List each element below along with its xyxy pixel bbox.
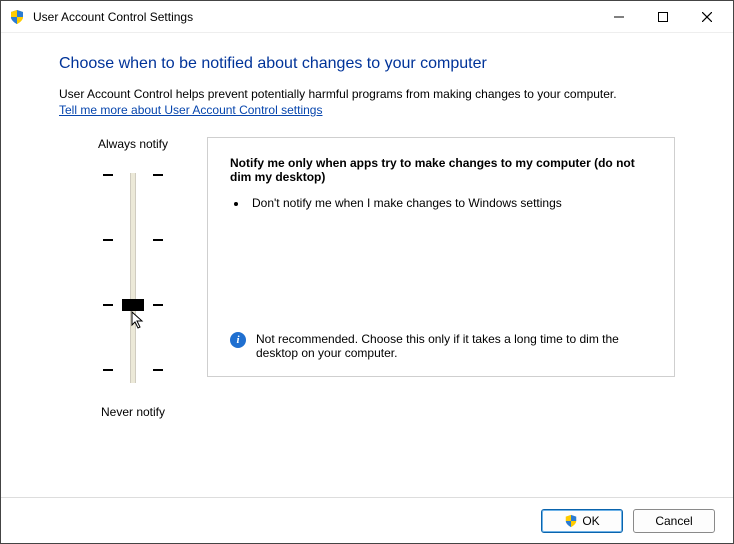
content-area: Choose when to be notified about changes… (1, 33, 733, 419)
page-heading: Choose when to be notified about changes… (59, 55, 675, 73)
minimize-button[interactable] (597, 2, 641, 32)
slider-top-label: Always notify (98, 137, 168, 151)
notification-bullet: Don't notify me when I make changes to W… (248, 196, 652, 210)
close-button[interactable] (685, 2, 729, 32)
notification-slider[interactable] (103, 163, 163, 393)
slider-track (130, 173, 136, 383)
ok-button[interactable]: OK (541, 509, 623, 533)
window-title: User Account Control Settings (33, 10, 193, 24)
learn-more-link[interactable]: Tell me more about User Account Control … (59, 103, 322, 117)
page-description: User Account Control helps prevent poten… (59, 87, 675, 101)
notification-level-title: Notify me only when apps try to make cha… (230, 156, 652, 184)
title-bar: User Account Control Settings (1, 1, 733, 33)
notification-description-box: Notify me only when apps try to make cha… (207, 137, 675, 377)
recommendation-text: Not recommended. Choose this only if it … (256, 332, 652, 360)
recommendation-note: i Not recommended. Choose this only if i… (230, 332, 652, 360)
shield-icon (9, 9, 25, 25)
slider-thumb[interactable] (122, 299, 144, 311)
ok-button-label: OK (582, 514, 599, 528)
dialog-footer: OK Cancel (1, 497, 733, 543)
cancel-button-label: Cancel (655, 514, 692, 528)
shield-icon (564, 514, 578, 528)
slider-bottom-label: Never notify (101, 405, 165, 419)
uac-settings-window: User Account Control Settings Choose whe… (0, 0, 734, 544)
cancel-button[interactable]: Cancel (633, 509, 715, 533)
maximize-button[interactable] (641, 2, 685, 32)
notification-slider-column: Always notify Never notify (59, 137, 207, 419)
info-icon: i (230, 332, 246, 348)
